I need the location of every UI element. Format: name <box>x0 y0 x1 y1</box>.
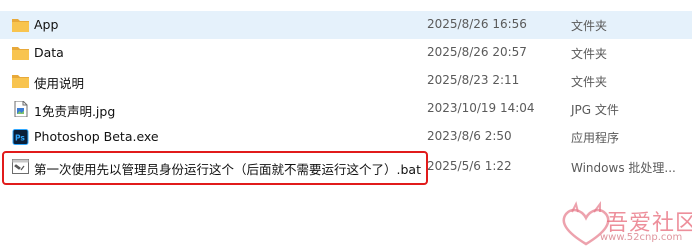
file-type: 文件夹 <box>571 75 608 89</box>
file-type: JPG 文件 <box>571 103 619 117</box>
list-item-photoshop-exe[interactable]: Ps Photoshop Beta.exe 2023/8/6 2:50 应用程序 <box>0 123 692 151</box>
file-date: 2023/8/6 2:50 <box>427 129 512 143</box>
image-file-icon <box>12 100 29 118</box>
list-item-app[interactable]: App 2025/8/26 16:56 文件夹 <box>0 11 692 39</box>
file-date: 2025/5/6 1:22 <box>427 159 512 173</box>
file-name: App <box>34 17 59 32</box>
folder-icon <box>12 17 29 32</box>
list-top-edge <box>0 0 692 6</box>
file-type: Windows 批处理... <box>571 161 676 175</box>
photoshop-icon: Ps <box>12 129 29 145</box>
file-date: 2025/8/23 2:11 <box>427 73 520 87</box>
highlight-annotation-box <box>2 151 428 185</box>
file-date: 2023/10/19 14:04 <box>427 101 535 115</box>
folder-icon <box>12 45 29 60</box>
file-name: Photoshop Beta.exe <box>34 129 159 144</box>
file-type: 文件夹 <box>571 47 608 61</box>
file-type: 应用程序 <box>571 131 620 145</box>
file-date: 2025/8/26 16:56 <box>427 17 527 31</box>
list-item-disclaimer-jpg[interactable]: 1免责声明.jpg 2023/10/19 14:04 JPG 文件 <box>0 95 692 123</box>
list-item-data[interactable]: Data 2025/8/26 20:57 文件夹 <box>0 39 692 67</box>
file-name: 1免责声明.jpg <box>34 104 116 119</box>
list-item-instructions[interactable]: 使用说明 2025/8/23 2:11 文件夹 <box>0 67 692 95</box>
folder-icon <box>12 73 29 88</box>
svg-text:Ps: Ps <box>15 134 25 143</box>
watermark-url: www.52cnp.com <box>600 232 683 243</box>
file-name: Data <box>34 45 64 60</box>
file-date: 2025/8/26 20:57 <box>427 45 527 59</box>
file-name: 使用说明 <box>34 76 85 91</box>
file-type: 文件夹 <box>571 19 608 33</box>
